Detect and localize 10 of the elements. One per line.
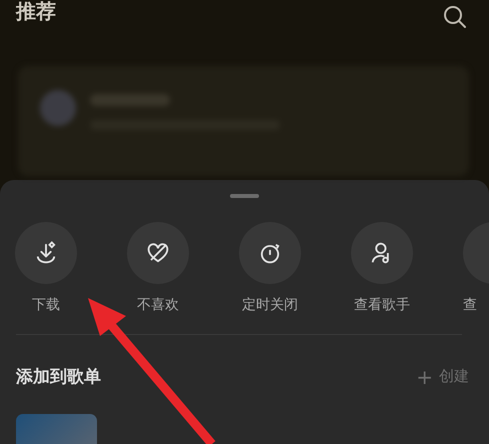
page-title: 推荐 (16, 0, 56, 25)
action-label: 查 (463, 296, 477, 314)
drag-handle[interactable] (230, 194, 259, 198)
action-label: 下载 (32, 296, 60, 314)
action-label: 定时关闭 (242, 296, 298, 314)
section-title: 添加到歌单 (16, 366, 101, 388)
search-icon[interactable] (443, 5, 467, 29)
create-playlist-button[interactable]: + 创建 (416, 367, 469, 386)
action-label: 不喜欢 (137, 296, 179, 314)
action-label: 查看歌手 (354, 296, 410, 314)
